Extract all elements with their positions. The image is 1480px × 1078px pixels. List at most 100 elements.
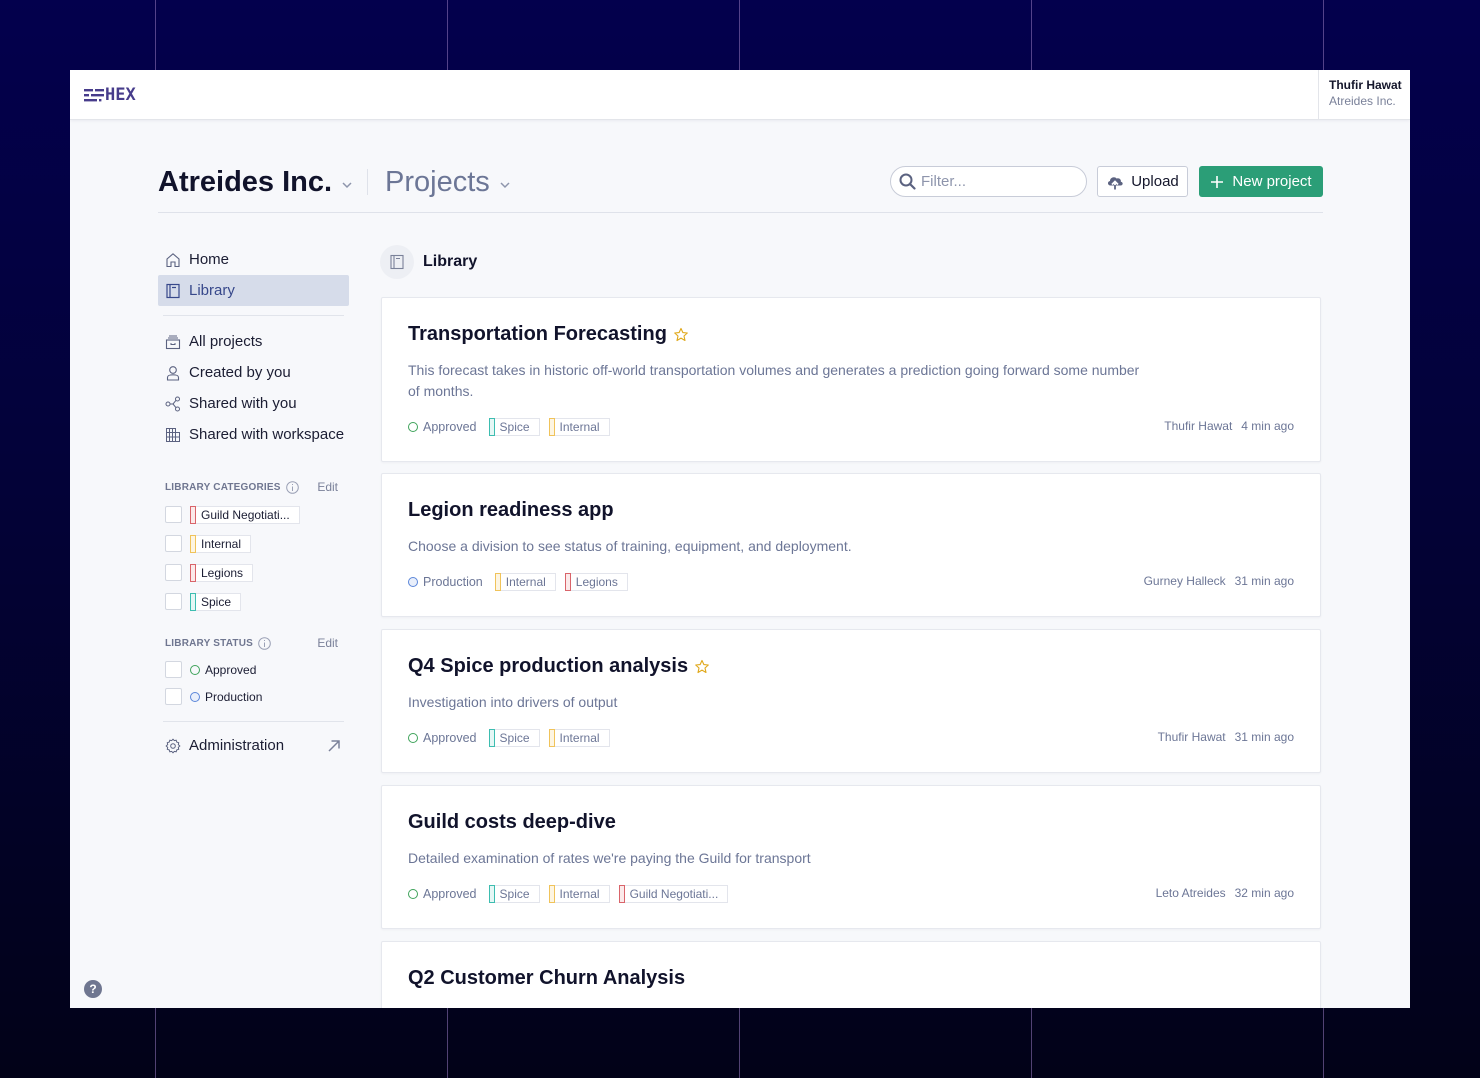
project-card[interactable]: Guild costs deep-dive Detailed examinati… xyxy=(381,785,1321,929)
library-icon xyxy=(165,283,181,299)
sidebar-item-all-projects[interactable]: All projects xyxy=(158,326,349,357)
project-updated: 32 min ago xyxy=(1234,886,1294,900)
filter-input[interactable] xyxy=(921,173,1071,190)
info-icon[interactable] xyxy=(258,636,271,650)
sidebar-divider xyxy=(163,721,344,722)
app-window: HEX Thufir Hawat Atreides Inc. Atreides … xyxy=(70,70,1410,1008)
status-label: Approved xyxy=(205,662,257,677)
sidebar-item-administration[interactable]: Administration xyxy=(158,730,349,761)
category-label: Guild Negotiati... xyxy=(201,507,290,522)
star-icon[interactable] xyxy=(694,659,710,675)
category-filter-internal: Internal xyxy=(158,529,349,558)
building-icon xyxy=(165,427,181,443)
user-icon xyxy=(165,365,181,381)
library-categories-heading: LIBRARY CATEGORIES xyxy=(165,481,281,493)
sidebar-item-created-by-you[interactable]: Created by you xyxy=(158,357,349,388)
category-label: Internal xyxy=(201,536,242,551)
plus-icon xyxy=(1211,175,1224,188)
library-header: Library xyxy=(380,244,1322,280)
edit-categories-link[interactable]: Edit xyxy=(317,480,338,494)
external-arrow-icon xyxy=(328,739,340,752)
category-checkbox[interactable] xyxy=(165,564,182,581)
project-tag: Internal xyxy=(548,729,610,747)
page-header: Atreides Inc. Projects Upload xyxy=(158,166,1323,213)
status-label: Production xyxy=(205,689,263,704)
project-status: Approved xyxy=(423,731,477,745)
sidebar-item-home[interactable]: Home xyxy=(158,244,349,275)
project-card[interactable]: Q4 Spice production analysis Investigati… xyxy=(381,629,1321,773)
project-tag: Spice xyxy=(488,418,540,436)
production-status-icon xyxy=(408,577,418,587)
category-checkbox[interactable] xyxy=(165,506,182,523)
main-content: Library Transportation Forecasting This … xyxy=(380,244,1322,1008)
user-menu[interactable]: Thufir Hawat Atreides Inc. xyxy=(1318,70,1410,120)
category-filter-legions: Legions xyxy=(158,558,349,587)
help-icon[interactable]: ? xyxy=(84,980,102,998)
approved-status-icon xyxy=(408,889,418,899)
logo-text: HEX xyxy=(105,85,136,105)
project-tag: Guild Negotiati... xyxy=(618,885,729,903)
project-title: Guild costs deep-dive xyxy=(408,811,616,833)
project-tag: Spice xyxy=(488,885,540,903)
hex-logo[interactable]: HEX xyxy=(84,85,136,105)
category-checkbox[interactable] xyxy=(165,593,182,610)
project-updated: 31 min ago xyxy=(1234,730,1294,744)
logo-mark-icon xyxy=(84,89,104,102)
sidebar-item-library[interactable]: Library xyxy=(158,275,349,306)
archive-icon xyxy=(165,334,181,350)
project-description: Choose a division to see status of train… xyxy=(408,538,852,554)
project-updated: 31 min ago xyxy=(1234,574,1294,588)
sidebar-item-label: Shared with you xyxy=(189,395,297,412)
approved-status-icon xyxy=(408,733,418,743)
project-tag: Spice xyxy=(488,729,540,747)
project-description: Investigation into drivers of output xyxy=(408,694,618,710)
star-icon[interactable] xyxy=(673,327,689,343)
project-tag: Legions xyxy=(564,573,628,591)
section-switcher[interactable]: Projects xyxy=(385,166,512,199)
category-label: Spice xyxy=(201,594,232,609)
status-checkbox[interactable] xyxy=(165,688,182,705)
edit-status-link[interactable]: Edit xyxy=(317,636,338,650)
category-checkbox[interactable] xyxy=(165,535,182,552)
project-author: Leto Atreides xyxy=(1155,886,1226,900)
approved-status-icon xyxy=(408,422,418,432)
sidebar-item-label: Administration xyxy=(189,737,285,754)
project-tag: Internal xyxy=(548,885,610,903)
sidebar-item-shared-with-workspace[interactable]: Shared with workspace xyxy=(158,419,349,450)
search-icon xyxy=(899,173,916,190)
org-switcher[interactable]: Atreides Inc. xyxy=(158,166,354,199)
sidebar: Home Library All projects Created by you xyxy=(158,244,349,761)
library-title: Library xyxy=(423,253,478,270)
library-status-heading: LIBRARY STATUS xyxy=(165,637,253,649)
org-title: Atreides Inc. xyxy=(158,166,333,198)
project-tag: Internal xyxy=(548,418,610,436)
library-status-header: LIBRARY STATUS Edit xyxy=(158,634,349,652)
project-author: Thufir Hawat xyxy=(1157,730,1226,744)
new-project-button[interactable]: New project xyxy=(1199,166,1323,197)
upload-button[interactable]: Upload xyxy=(1097,166,1188,197)
project-description: Detailed examination of rates we're payi… xyxy=(408,850,811,866)
sidebar-item-shared-with-you[interactable]: Shared with you xyxy=(158,388,349,419)
project-card[interactable]: Transportation Forecasting This forecast… xyxy=(381,297,1321,462)
chevron-down-icon xyxy=(342,181,352,188)
library-icon xyxy=(380,245,414,279)
filter-field[interactable] xyxy=(890,166,1087,197)
info-icon[interactable] xyxy=(285,480,299,494)
share-icon xyxy=(165,396,181,412)
status-checkbox[interactable] xyxy=(165,661,182,678)
project-title: Q4 Spice production analysis xyxy=(408,655,689,677)
chevron-down-icon xyxy=(500,181,510,188)
library-categories-header: LIBRARY CATEGORIES Edit xyxy=(158,478,349,496)
project-author: Gurney Halleck xyxy=(1143,574,1226,588)
project-title: Transportation Forecasting xyxy=(408,323,667,345)
project-card[interactable]: Legion readiness app Choose a division t… xyxy=(381,473,1321,617)
project-description: This forecast takes in historic off-worl… xyxy=(408,362,1140,399)
new-project-label: New project xyxy=(1232,173,1312,190)
sidebar-item-label: All projects xyxy=(189,333,263,350)
status-filter-production: Production xyxy=(158,683,349,710)
sidebar-item-label: Shared with workspace xyxy=(189,426,345,443)
project-card[interactable]: Q2 Customer Churn Analysis xyxy=(381,941,1321,1008)
approved-status-icon xyxy=(190,664,200,675)
status-filter-approved: Approved xyxy=(158,656,349,683)
cloud-upload-icon xyxy=(1108,176,1123,189)
